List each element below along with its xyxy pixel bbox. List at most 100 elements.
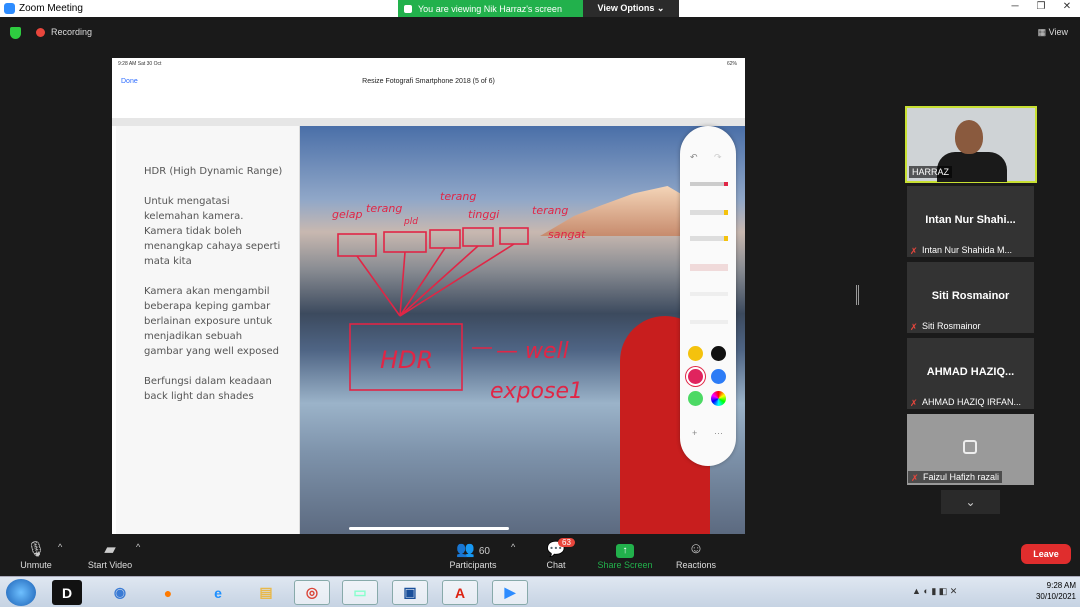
chevron-up-icon[interactable]: ^ bbox=[511, 542, 515, 552]
share-screen-icon: ↑ bbox=[596, 540, 654, 560]
markup-palette[interactable]: ↶ ↷ + ··· bbox=[680, 126, 736, 466]
reactions-icon: ☺ bbox=[688, 540, 704, 557]
annotation-word: tinggi bbox=[468, 208, 499, 221]
participant-name: AHMAD HAZIQ... bbox=[926, 366, 1015, 378]
annotation-word: terang bbox=[440, 190, 476, 203]
annotation-box bbox=[337, 233, 377, 257]
chevron-up-icon[interactable]: ^ bbox=[58, 542, 62, 552]
start-video-button[interactable]: ▰ Start Video bbox=[84, 540, 136, 570]
firefox-icon[interactable]: ● bbox=[150, 580, 186, 605]
annotation-hdr: HDR bbox=[380, 346, 433, 374]
annotation-box bbox=[383, 231, 427, 253]
participant-sub-text: Siti Rosmainor bbox=[922, 321, 981, 331]
ipad-time: 9:28 AM Sat 30 Oct bbox=[118, 61, 162, 67]
participant-tile[interactable]: ✗ Faizul Hafizh razali bbox=[907, 414, 1034, 485]
pen-tool-icon[interactable] bbox=[690, 182, 728, 186]
ipad-battery: 62% bbox=[726, 61, 737, 67]
security-shield-icon[interactable] bbox=[10, 27, 21, 39]
chat-badge: 63 bbox=[558, 538, 575, 547]
taskbar-clock[interactable]: 9:28 AM 30/10/2021 bbox=[1036, 580, 1076, 602]
app-d-icon[interactable]: D bbox=[52, 580, 82, 605]
taskbar-date: 30/10/2021 bbox=[1035, 592, 1076, 601]
participant-sub-text: AHMAD HAZIQ IRFAN... bbox=[922, 397, 1022, 407]
close-button[interactable]: ✕ bbox=[1054, 0, 1080, 14]
eraser-tool-icon[interactable] bbox=[690, 264, 728, 271]
color-picker-icon[interactable] bbox=[711, 391, 726, 406]
remote-app-icon[interactable]: ▣ bbox=[392, 580, 428, 605]
participant-video-tile[interactable]: HARRAZ bbox=[905, 106, 1037, 183]
lasso-tool-icon[interactable] bbox=[690, 292, 728, 296]
windows-taskbar: D ◉ ● e ▤ ◎ ▭ ▣ A ▶ ▲ ◐ ▮ ◧ ✕ 9:28 AM 30… bbox=[0, 576, 1080, 607]
restore-button[interactable]: ❐ bbox=[1028, 0, 1054, 14]
participant-tile[interactable]: AHMAD HAZIQ... ✗ AHMAD HAZIQ IRFAN... bbox=[907, 338, 1034, 409]
unmute-button[interactable]: 🎙 Unmute bbox=[14, 540, 58, 570]
share-screen-button[interactable]: ↑ Share Screen bbox=[596, 540, 654, 570]
lock-icon bbox=[963, 440, 977, 454]
annotation-box bbox=[499, 227, 529, 245]
annotation-word: sangat bbox=[548, 228, 586, 241]
chevron-up-icon[interactable]: ^ bbox=[136, 542, 140, 552]
windows-start-icon[interactable] bbox=[6, 579, 36, 606]
pencil-tool-icon[interactable] bbox=[690, 236, 728, 241]
recording-label: Recording bbox=[51, 27, 93, 37]
slide-photo: gelap terang pld terang tinggi terang sa… bbox=[300, 126, 745, 534]
chevron-down-icon[interactable]: ⌄ bbox=[941, 490, 1000, 514]
view-button[interactable]: ▦ View bbox=[1038, 27, 1068, 38]
more-icon[interactable]: ··· bbox=[714, 428, 723, 438]
undo-icon[interactable]: ↶ bbox=[690, 152, 698, 163]
marker-tool-icon[interactable] bbox=[690, 210, 728, 215]
view-options-button[interactable]: View Options ⌄ bbox=[583, 0, 679, 17]
doc-title: Resize Fotografi Smartphone 2018 (5 of 6… bbox=[362, 78, 495, 85]
participant-sub: ✗ Faizul Hafizh razali bbox=[908, 471, 1003, 483]
slide-paragraph: Berfungsi dalam keadaan back light dan s… bbox=[144, 376, 272, 402]
annotation-box bbox=[429, 229, 461, 249]
minimize-button[interactable]: ─ bbox=[1002, 0, 1028, 14]
ipad-home-indicator bbox=[349, 527, 509, 530]
annotation-word: gelap bbox=[332, 208, 363, 221]
reactions-button[interactable]: ☺ Reactions bbox=[674, 540, 718, 570]
participants-label: Participants bbox=[449, 560, 497, 570]
participant-tile[interactable]: Intan Nur Shahi... ✗ Intan Nur Shahida M.… bbox=[907, 186, 1034, 257]
folder-app-icon[interactable]: ▭ bbox=[342, 580, 378, 605]
add-icon[interactable]: + bbox=[692, 428, 697, 438]
color-swatch-blue[interactable] bbox=[711, 369, 726, 384]
chat-button[interactable]: 💬 63 Chat bbox=[538, 538, 575, 570]
participants-button[interactable]: 👥 60 Participants bbox=[446, 540, 500, 570]
ruler-tool-icon[interactable] bbox=[690, 320, 728, 324]
color-swatch-yellow[interactable] bbox=[688, 346, 703, 361]
annotation-result: expose1 bbox=[490, 379, 583, 404]
muted-mic-icon: ✗ bbox=[910, 397, 918, 408]
system-tray-icons[interactable]: ▲ ◐ ▮ ◧ ✕ bbox=[912, 586, 957, 597]
participant-name: Intan Nur Shahi... bbox=[925, 214, 1016, 226]
annotation-box bbox=[462, 227, 494, 247]
slide-text: HDR (High Dynamic Range) Untuk mengatasi… bbox=[144, 164, 284, 419]
color-swatch-green[interactable] bbox=[688, 391, 703, 406]
chat-label: Chat bbox=[546, 560, 566, 570]
meeting-top-row: Recording ▦ View bbox=[0, 25, 1080, 43]
annotation-word: terang bbox=[366, 202, 402, 215]
participant-tile[interactable]: Siti Rosmainor ✗ Siti Rosmainor bbox=[907, 262, 1034, 333]
color-swatch-red[interactable] bbox=[688, 369, 703, 384]
record-dot-icon bbox=[36, 27, 45, 37]
redo-icon[interactable]: ↷ bbox=[714, 152, 722, 163]
file-explorer-icon[interactable]: ▤ bbox=[248, 580, 284, 605]
annotation-word: pld bbox=[403, 217, 418, 227]
slide-heading: HDR (High Dynamic Range) bbox=[144, 166, 283, 177]
participant-sub: ✗ Siti Rosmainor bbox=[910, 321, 981, 332]
acrobat-icon[interactable]: A bbox=[442, 580, 478, 605]
leave-button[interactable]: Leave bbox=[1021, 544, 1071, 564]
recording-indicator[interactable]: Recording bbox=[36, 27, 92, 37]
slide-paragraph: Kamera akan mengambil beberapa keping ga… bbox=[144, 286, 280, 357]
internet-explorer-icon[interactable]: e bbox=[200, 580, 236, 605]
slide-paragraph: Untuk mengatasi kelemahan kamera. Kamera… bbox=[144, 196, 281, 267]
participant-face bbox=[955, 120, 983, 154]
viewing-banner-text: You are viewing Nik Harraz's screen bbox=[418, 3, 562, 14]
video-off-icon: ▰ bbox=[104, 541, 116, 558]
zoom-taskbar-icon[interactable]: ▶ bbox=[492, 580, 528, 605]
viewing-banner: You are viewing Nik Harraz's screen bbox=[398, 0, 583, 17]
chrome-icon[interactable]: ◎ bbox=[294, 580, 330, 605]
hdr-annotation: gelap terang pld terang tinggi terang sa… bbox=[332, 190, 586, 404]
network-globe-icon[interactable]: ◉ bbox=[102, 580, 138, 605]
color-swatch-black[interactable] bbox=[711, 346, 726, 361]
panel-resize-handle[interactable] bbox=[856, 285, 859, 305]
